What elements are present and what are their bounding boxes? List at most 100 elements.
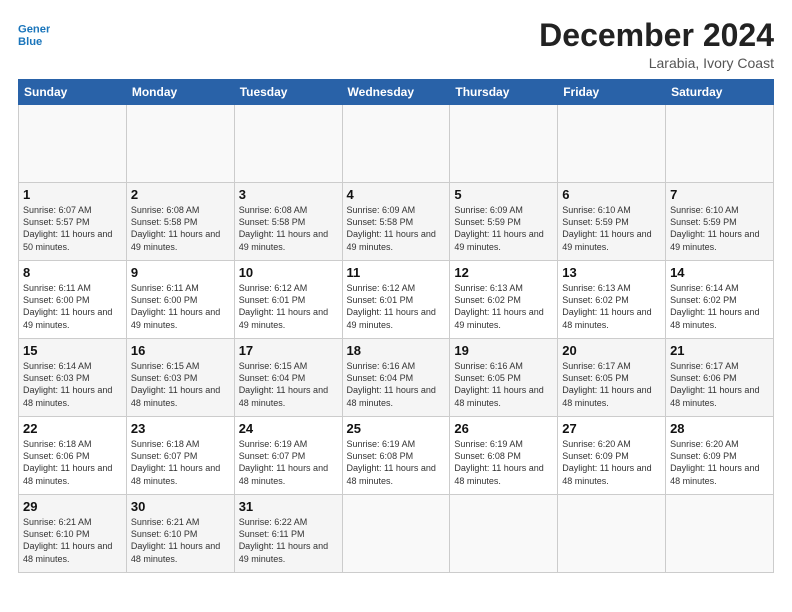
day-number: 6 [562,187,661,202]
calendar-cell: 24 Sunrise: 6:19 AMSunset: 6:07 PMDaylig… [234,417,342,495]
day-number: 15 [23,343,122,358]
calendar-cell: 31 Sunrise: 6:22 AMSunset: 6:11 PMDaylig… [234,495,342,573]
calendar-cell: 20 Sunrise: 6:17 AMSunset: 6:05 PMDaylig… [558,339,666,417]
cell-text: Sunrise: 6:19 AMSunset: 6:08 PMDaylight:… [454,439,543,485]
calendar-cell: 25 Sunrise: 6:19 AMSunset: 6:08 PMDaylig… [342,417,450,495]
day-number: 22 [23,421,122,436]
day-number: 21 [670,343,769,358]
calendar-cell: 6 Sunrise: 6:10 AMSunset: 5:59 PMDayligh… [558,183,666,261]
calendar-cell: 23 Sunrise: 6:18 AMSunset: 6:07 PMDaylig… [126,417,234,495]
day-number: 23 [131,421,230,436]
week-row-3: 8 Sunrise: 6:11 AMSunset: 6:00 PMDayligh… [19,261,774,339]
calendar-cell [234,105,342,183]
calendar-cell: 17 Sunrise: 6:15 AMSunset: 6:04 PMDaylig… [234,339,342,417]
day-number: 1 [23,187,122,202]
svg-text:General: General [18,23,50,35]
calendar-cell: 7 Sunrise: 6:10 AMSunset: 5:59 PMDayligh… [666,183,774,261]
header-sunday: Sunday [19,80,127,105]
day-number: 7 [670,187,769,202]
cell-text: Sunrise: 6:11 AMSunset: 6:00 PMDaylight:… [131,283,220,329]
cell-text: Sunrise: 6:10 AMSunset: 5:59 PMDaylight:… [670,205,759,251]
logo: General Blue [18,18,50,50]
calendar-cell: 21 Sunrise: 6:17 AMSunset: 6:06 PMDaylig… [666,339,774,417]
cell-text: Sunrise: 6:13 AMSunset: 6:02 PMDaylight:… [562,283,651,329]
week-row-4: 15 Sunrise: 6:14 AMSunset: 6:03 PMDaylig… [19,339,774,417]
cell-text: Sunrise: 6:07 AMSunset: 5:57 PMDaylight:… [23,205,112,251]
calendar-cell: 18 Sunrise: 6:16 AMSunset: 6:04 PMDaylig… [342,339,450,417]
cell-text: Sunrise: 6:10 AMSunset: 5:59 PMDaylight:… [562,205,651,251]
cell-text: Sunrise: 6:15 AMSunset: 6:03 PMDaylight:… [131,361,220,407]
day-number: 30 [131,499,230,514]
calendar-cell: 5 Sunrise: 6:09 AMSunset: 5:59 PMDayligh… [450,183,558,261]
day-number: 3 [239,187,338,202]
cell-text: Sunrise: 6:17 AMSunset: 6:06 PMDaylight:… [670,361,759,407]
day-number: 28 [670,421,769,436]
cell-text: Sunrise: 6:18 AMSunset: 6:07 PMDaylight:… [131,439,220,485]
calendar-cell [450,105,558,183]
calendar-cell [19,105,127,183]
day-number: 13 [562,265,661,280]
cell-text: Sunrise: 6:12 AMSunset: 6:01 PMDaylight:… [239,283,328,329]
day-number: 31 [239,499,338,514]
day-number: 25 [347,421,446,436]
header-tuesday: Tuesday [234,80,342,105]
week-row-2: 1 Sunrise: 6:07 AMSunset: 5:57 PMDayligh… [19,183,774,261]
cell-text: Sunrise: 6:22 AMSunset: 6:11 PMDaylight:… [239,517,328,563]
week-row-5: 22 Sunrise: 6:18 AMSunset: 6:06 PMDaylig… [19,417,774,495]
header-saturday: Saturday [666,80,774,105]
page: General Blue December 2024 Larabia, Ivor… [0,0,792,612]
svg-text:Blue: Blue [18,36,42,48]
calendar-cell: 2 Sunrise: 6:08 AMSunset: 5:58 PMDayligh… [126,183,234,261]
calendar-cell [558,105,666,183]
calendar-cell: 29 Sunrise: 6:21 AMSunset: 6:10 PMDaylig… [19,495,127,573]
title-block: December 2024 Larabia, Ivory Coast [539,18,774,71]
cell-text: Sunrise: 6:14 AMSunset: 6:03 PMDaylight:… [23,361,112,407]
cell-text: Sunrise: 6:21 AMSunset: 6:10 PMDaylight:… [23,517,112,563]
calendar-cell [450,495,558,573]
calendar-cell: 28 Sunrise: 6:20 AMSunset: 6:09 PMDaylig… [666,417,774,495]
cell-text: Sunrise: 6:20 AMSunset: 6:09 PMDaylight:… [562,439,651,485]
location: Larabia, Ivory Coast [539,55,774,71]
calendar-cell: 1 Sunrise: 6:07 AMSunset: 5:57 PMDayligh… [19,183,127,261]
cell-text: Sunrise: 6:20 AMSunset: 6:09 PMDaylight:… [670,439,759,485]
calendar-cell: 4 Sunrise: 6:09 AMSunset: 5:58 PMDayligh… [342,183,450,261]
day-number: 12 [454,265,553,280]
calendar-cell [126,105,234,183]
cell-text: Sunrise: 6:16 AMSunset: 6:04 PMDaylight:… [347,361,436,407]
cell-text: Sunrise: 6:12 AMSunset: 6:01 PMDaylight:… [347,283,436,329]
day-number: 17 [239,343,338,358]
day-number: 11 [347,265,446,280]
cell-text: Sunrise: 6:21 AMSunset: 6:10 PMDaylight:… [131,517,220,563]
cell-text: Sunrise: 6:17 AMSunset: 6:05 PMDaylight:… [562,361,651,407]
cell-text: Sunrise: 6:08 AMSunset: 5:58 PMDaylight:… [131,205,220,251]
day-number: 5 [454,187,553,202]
cell-text: Sunrise: 6:15 AMSunset: 6:04 PMDaylight:… [239,361,328,407]
month-title: December 2024 [539,18,774,53]
calendar-cell: 13 Sunrise: 6:13 AMSunset: 6:02 PMDaylig… [558,261,666,339]
calendar-cell: 10 Sunrise: 6:12 AMSunset: 6:01 PMDaylig… [234,261,342,339]
cell-text: Sunrise: 6:08 AMSunset: 5:58 PMDaylight:… [239,205,328,251]
cell-text: Sunrise: 6:19 AMSunset: 6:07 PMDaylight:… [239,439,328,485]
calendar-cell: 12 Sunrise: 6:13 AMSunset: 6:02 PMDaylig… [450,261,558,339]
cell-text: Sunrise: 6:13 AMSunset: 6:02 PMDaylight:… [454,283,543,329]
header-monday: Monday [126,80,234,105]
weekday-header-row: Sunday Monday Tuesday Wednesday Thursday… [19,80,774,105]
calendar-cell: 30 Sunrise: 6:21 AMSunset: 6:10 PMDaylig… [126,495,234,573]
day-number: 16 [131,343,230,358]
cell-text: Sunrise: 6:19 AMSunset: 6:08 PMDaylight:… [347,439,436,485]
calendar-cell [342,105,450,183]
week-row-1 [19,105,774,183]
week-row-6: 29 Sunrise: 6:21 AMSunset: 6:10 PMDaylig… [19,495,774,573]
header-friday: Friday [558,80,666,105]
calendar-cell: 27 Sunrise: 6:20 AMSunset: 6:09 PMDaylig… [558,417,666,495]
calendar-cell [666,495,774,573]
day-number: 27 [562,421,661,436]
day-number: 20 [562,343,661,358]
cell-text: Sunrise: 6:11 AMSunset: 6:00 PMDaylight:… [23,283,112,329]
cell-text: Sunrise: 6:16 AMSunset: 6:05 PMDaylight:… [454,361,543,407]
calendar-cell [666,105,774,183]
calendar-cell: 19 Sunrise: 6:16 AMSunset: 6:05 PMDaylig… [450,339,558,417]
calendar-cell: 9 Sunrise: 6:11 AMSunset: 6:00 PMDayligh… [126,261,234,339]
day-number: 14 [670,265,769,280]
calendar-table: Sunday Monday Tuesday Wednesday Thursday… [18,79,774,573]
